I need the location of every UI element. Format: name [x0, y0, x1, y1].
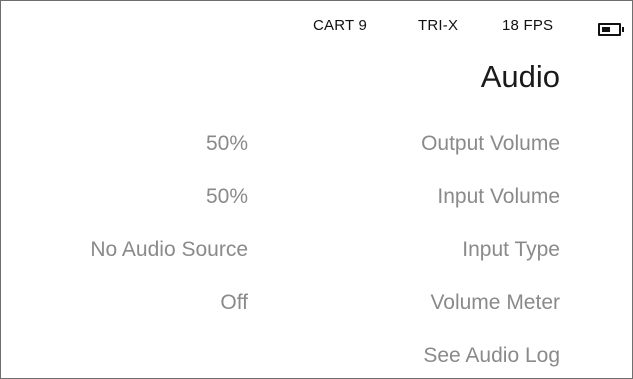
- page-title: Audio: [480, 59, 560, 94]
- setting-row-input-type[interactable]: No Audio Source Input Type: [1, 233, 632, 273]
- setting-row-output-volume[interactable]: 50% Output Volume: [1, 127, 632, 167]
- volume-meter-label: Volume Meter: [430, 291, 560, 314]
- status-bar: CART 9 TRI-X 18 FPS: [1, 11, 632, 41]
- volume-meter-value: Off: [220, 291, 248, 314]
- see-audio-log-label: See Audio Log: [423, 344, 560, 367]
- input-type-value: No Audio Source: [90, 238, 248, 261]
- fps-indicator: 18 FPS: [502, 17, 554, 34]
- battery-level-fill: [602, 27, 610, 32]
- setting-row-volume-meter[interactable]: Off Volume Meter: [1, 286, 632, 326]
- output-volume-value: 50%: [205, 132, 248, 155]
- battery-icon: [598, 23, 624, 36]
- setting-row-input-volume[interactable]: 50% Input Volume: [1, 180, 632, 220]
- input-volume-value: 50%: [205, 185, 248, 208]
- audio-settings-screen: CART 9 TRI-X 18 FPS Audio 50% Output Vol…: [0, 0, 633, 379]
- film-type-indicator: TRI-X: [418, 17, 459, 34]
- output-volume-label: Output Volume: [421, 132, 560, 155]
- setting-row-see-audio-log[interactable]: See Audio Log: [1, 339, 632, 379]
- input-type-label: Input Type: [462, 238, 560, 261]
- cartridge-indicator: CART 9: [313, 17, 368, 34]
- input-volume-label: Input Volume: [437, 185, 560, 208]
